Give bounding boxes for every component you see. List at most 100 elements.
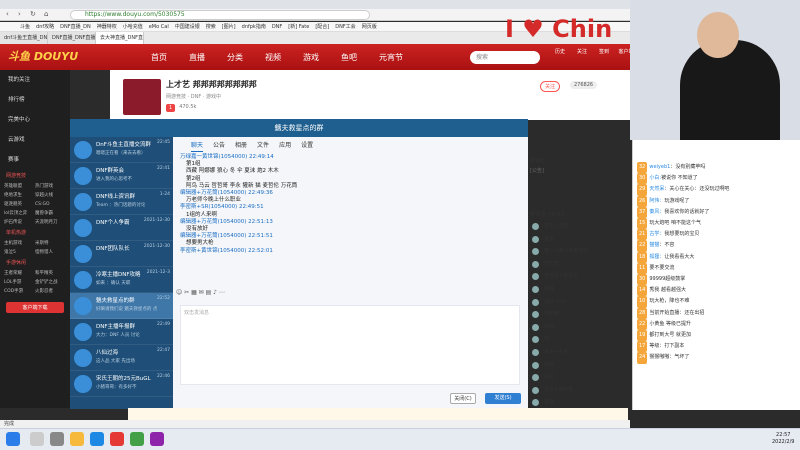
member-item[interactable]: 鱼池	[528, 233, 628, 246]
topnav-icon[interactable]: 历史	[550, 48, 570, 55]
sidebar-tag[interactable]: 怪物猎人	[35, 248, 66, 257]
chat-username[interactable]: 秦风：	[649, 209, 664, 215]
nav-link[interactable]: 视频	[254, 52, 292, 63]
send-button[interactable]: 发送(S)	[485, 393, 521, 404]
browser-tab[interactable]: DNF直播_DNF直播	[48, 32, 96, 44]
browser-tab[interactable]: 去大神直播_DNF直	[96, 32, 144, 44]
app-icon-1[interactable]	[110, 432, 124, 446]
conversation-item[interactable]: DnF斗鱼主直播交流群 嗯嗯正在看（来去去看） 22:45	[70, 137, 173, 163]
member-item[interactable]: 李永+盛景	[528, 220, 628, 233]
bookmark-item[interactable]: eMo Cal	[149, 22, 169, 31]
start-icon[interactable]	[6, 432, 20, 446]
sidebar-tag[interactable]: 魔兽争霸	[35, 209, 66, 218]
bookmark-item[interactable]: 网页版	[362, 22, 377, 31]
chat-tab[interactable]: 聊天	[191, 140, 204, 152]
sidebar-tag[interactable]: 天涯明月刀	[35, 218, 66, 227]
sidebar-tag[interactable]: 英雄联盟	[4, 182, 35, 191]
member-item[interactable]: 第二+黄众大佬神佬	[528, 245, 628, 258]
site-search-input[interactable]: 搜索	[470, 51, 540, 64]
nav-link[interactable]: 分类	[216, 52, 254, 63]
chat-username[interactable]: 猫猫	[649, 242, 659, 248]
follow-button[interactable]: 关注	[540, 81, 561, 92]
bookmark-item[interactable]: 神器特权	[97, 22, 117, 31]
bookmark-item[interactable]: [图片]	[222, 22, 236, 31]
sidebar-item[interactable]: 赛事	[0, 150, 70, 170]
bookmark-item[interactable]: 小哈充值	[123, 22, 143, 31]
topnav-icon[interactable]: 签到	[594, 48, 614, 55]
edge-icon[interactable]	[90, 432, 104, 446]
member-item[interactable]: 你猜	[528, 321, 628, 334]
sidebar-item[interactable]: 排行榜	[0, 90, 70, 110]
member-item[interactable]: 万花筒	[528, 258, 628, 271]
sidebar-tag[interactable]: 穿越火线	[35, 191, 66, 200]
close-button[interactable]: 关闭(C)	[450, 393, 476, 404]
chat-username[interactable]: 狐狸：	[649, 254, 664, 260]
url-input[interactable]: https://www.douyu.com/5030575	[70, 10, 370, 20]
browser-tab[interactable]: dnf斗鱼王直播_DNF直播	[0, 32, 48, 44]
member-item[interactable]: 渡鼎 kafa	[528, 296, 628, 309]
sidebar-item[interactable]: 完美中心	[0, 110, 70, 130]
bookmark-item[interactable]: [新] Fate	[288, 22, 309, 31]
chat-tab[interactable]: 相册	[235, 140, 247, 152]
message-input[interactable]: 双击发消息	[180, 305, 520, 385]
sidebar-tag[interactable]: 主机游戏	[4, 239, 35, 248]
member-item[interactable]: 木木+大大	[528, 346, 628, 359]
sidebar-tag[interactable]: CS:GO	[35, 200, 66, 209]
nav-link[interactable]: 元宵节	[368, 52, 414, 63]
app-icon-2[interactable]	[130, 432, 144, 446]
topnav-icon[interactable]: 关注	[572, 48, 592, 55]
sidebar-tag[interactable]: COD手游	[4, 287, 35, 296]
conversation-item[interactable]: 冷寒主播DNF攻略 如来 ：确认 天职 2021-12-3	[70, 267, 173, 293]
back-icon[interactable]: ‹	[6, 10, 9, 18]
sidebar-tag[interactable]: 金铲铲之战	[35, 278, 66, 287]
sidebar-tag[interactable]: 米斯特	[35, 239, 66, 248]
chat-tab[interactable]: 文件	[257, 140, 269, 152]
taskview-icon[interactable]	[50, 432, 64, 446]
conversation-item[interactable]: DNF个人争霸 2021-12-30	[70, 215, 173, 241]
chat-tab[interactable]: 公告	[213, 140, 225, 152]
site-logo[interactable]: 斗鱼 DOUYU	[0, 44, 100, 70]
sidebar-item[interactable]: 云游戏	[0, 130, 70, 150]
nav-link[interactable]: 直播	[178, 52, 216, 63]
member-item[interactable]: 眉毛+茶叶帮	[528, 384, 628, 397]
member-item[interactable]: 狗狗	[528, 359, 628, 372]
conversation-item[interactable]: 八仙过海 这人品 大家 先出场 22:47	[70, 345, 173, 371]
sidebar-tag[interactable]: 火影忍者	[35, 287, 66, 296]
streamer-avatar[interactable]	[123, 79, 161, 115]
chat-username[interactable]: 古学：	[649, 231, 664, 237]
sidebar-tag[interactable]: 炉石传说	[4, 218, 35, 227]
conversation-item[interactable]: 魑夫救星点的群 好嘛请我们说 魑夫救星点的 点 22:52	[70, 293, 173, 319]
app-icon-3[interactable]	[150, 432, 164, 446]
sidebar-tag[interactable]: 绝地求生	[4, 191, 35, 200]
member-item[interactable]: 洛清	[528, 371, 628, 384]
chat-username[interactable]: 阿伟：	[649, 198, 664, 204]
search-icon[interactable]	[30, 432, 44, 446]
member-item[interactable]: 黑猫	[528, 283, 628, 296]
member-item[interactable]: 天音阁+帮帮事	[528, 270, 628, 283]
chat-username[interactable]: 小白:	[649, 175, 661, 181]
bookmark-item[interactable]: 中国建设银	[175, 22, 200, 31]
sidebar-tag[interactable]: 鬼泣5	[4, 248, 35, 257]
sidebar-tag[interactable]: LOL手游	[4, 278, 35, 287]
chat-tab[interactable]: 应用	[279, 140, 291, 152]
nav-link[interactable]: 鱼吧	[330, 52, 368, 63]
bookmark-item[interactable]: dnf攻略	[36, 22, 54, 31]
bookmark-item[interactable]: DNF	[272, 22, 282, 31]
explorer-icon[interactable]	[70, 432, 84, 446]
member-item[interactable]: 阿娜娜	[528, 308, 628, 321]
bookmark-item[interactable]: 斗鱼	[20, 22, 30, 31]
sidebar-tag[interactable]: 热门游戏	[35, 182, 66, 191]
conversation-item[interactable]: 宋氏王朝的25元BuGL 小猪哥哥：有多好不 22:46	[70, 371, 173, 397]
chat-username[interactable]: 天然呆	[649, 186, 664, 192]
sidebar-item[interactable]: 我的关注	[0, 70, 70, 90]
chat-username[interactable]: weiyeb1	[649, 164, 670, 170]
conversation-item[interactable]: DNF团队队长 2021-12-30	[70, 241, 173, 267]
member-item[interactable]: 59	[528, 333, 628, 346]
bookmark-item[interactable]: DNF直播_DN	[60, 22, 91, 31]
sidebar-tag[interactable]: 驱逐舰英	[4, 200, 35, 209]
bookmark-item[interactable]: dnfpk指南	[242, 22, 266, 31]
bookmark-item[interactable]: [配合]	[315, 22, 329, 31]
nav-link[interactable]: 游戏	[292, 52, 330, 63]
conversation-item[interactable]: DNF线上资讯群 Team ：热门话题的讨论 1-24	[70, 189, 173, 215]
nav-link[interactable]: 首页	[140, 52, 178, 63]
